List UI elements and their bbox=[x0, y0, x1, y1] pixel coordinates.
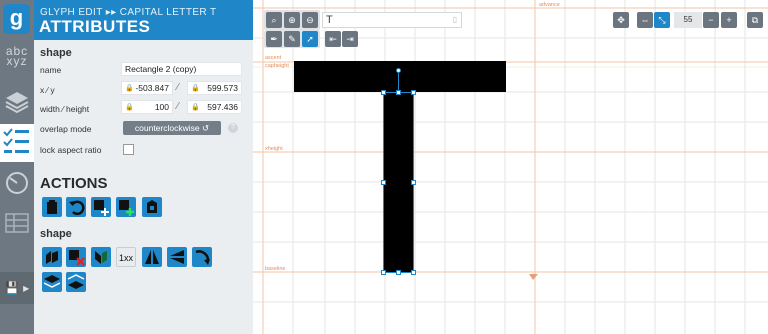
page-title: ATTRIBUTES bbox=[39, 17, 151, 36]
attributes-panel: GLYPH EDIT ▸▸ CAPITAL LETTER T ATTRIBUTE… bbox=[34, 0, 253, 334]
layer-down-icon[interactable] bbox=[66, 272, 86, 292]
shape-heading: shape bbox=[40, 47, 72, 59]
save-icon[interactable]: 💾 ▸ bbox=[0, 272, 34, 304]
advance-guide-label: advance bbox=[539, 2, 560, 8]
paste-icon[interactable] bbox=[42, 197, 62, 217]
zoom-icon[interactable]: ⌕ bbox=[266, 12, 282, 28]
app-rail: g abc xyz 💾 ▸ bbox=[0, 0, 34, 334]
scroll-indicator-icon: ▯ bbox=[452, 15, 457, 24]
glyph-canvas[interactable]: advance ascent capheight xheight baselin… bbox=[253, 0, 768, 334]
layer-up-icon[interactable] bbox=[42, 272, 62, 292]
flip-vertical-icon[interactable] bbox=[167, 247, 187, 267]
resize-handle[interactable] bbox=[411, 180, 416, 185]
overlap-mode-button[interactable]: counterclockwise ↺ bbox=[123, 121, 221, 135]
lock-icon[interactable]: 🔒 bbox=[125, 102, 134, 114]
zoom-out-icon[interactable]: ⊖ bbox=[302, 12, 318, 28]
canvas-grid bbox=[253, 0, 768, 334]
pointer-tool-icon[interactable]: ➚ bbox=[302, 31, 318, 47]
x-field[interactable]: 🔒 -503.847 bbox=[121, 81, 173, 95]
guides-icon[interactable] bbox=[4, 170, 30, 196]
attributes-icon[interactable] bbox=[0, 124, 34, 162]
overlap-label: overlap mode bbox=[40, 124, 92, 134]
resize-handle[interactable] bbox=[411, 90, 416, 95]
lock-aspect-checkbox[interactable] bbox=[123, 144, 134, 155]
xy-separator: ⁄ bbox=[177, 82, 179, 93]
pen-tool-icon[interactable]: ✒ bbox=[266, 31, 282, 47]
reverse-path-icon[interactable] bbox=[91, 247, 111, 267]
lock-icon[interactable]: 🔒 bbox=[191, 83, 200, 95]
pen-plus-tool-icon[interactable]: ✎ bbox=[284, 31, 300, 47]
baseline-guide-label: baseline bbox=[265, 266, 286, 272]
kerning-icon[interactable] bbox=[4, 210, 30, 236]
glyph-nav-icon[interactable]: abc xyz bbox=[4, 45, 30, 72]
kern-right-icon[interactable]: ⇥ bbox=[342, 31, 358, 47]
resize-handle[interactable] bbox=[381, 270, 386, 275]
panel-header: GLYPH EDIT ▸▸ CAPITAL LETTER T ATTRIBUTE… bbox=[34, 0, 253, 40]
copy-shape-icon[interactable] bbox=[42, 247, 62, 267]
width-field[interactable]: 🔒 100 bbox=[121, 100, 173, 114]
x-value: -503.847 bbox=[135, 83, 169, 93]
multiply-shape-button[interactable]: 1xx bbox=[116, 247, 136, 267]
selection-box[interactable] bbox=[383, 92, 414, 273]
undo-icon[interactable] bbox=[66, 197, 86, 217]
glyph-crossbar[interactable] bbox=[294, 61, 506, 92]
add-component-icon[interactable] bbox=[116, 197, 136, 217]
ascent-guide-label: ascent bbox=[265, 55, 282, 61]
lock-icon[interactable]: 🔒 bbox=[125, 83, 134, 95]
rotate-handle[interactable] bbox=[396, 68, 401, 73]
resize-handle[interactable] bbox=[381, 90, 386, 95]
resize-handle[interactable] bbox=[396, 270, 401, 275]
shape-actions-heading: shape bbox=[40, 228, 72, 240]
character-input[interactable]: T ▯ bbox=[322, 12, 462, 28]
height-field[interactable]: 🔒 597.436 bbox=[187, 100, 242, 114]
width-height-label: width ⁄ height bbox=[40, 104, 90, 114]
fit-glyph-icon[interactable]: ⤡ bbox=[654, 12, 670, 28]
zoom-plus-button[interactable]: + bbox=[721, 12, 737, 28]
zoom-level[interactable]: 55 bbox=[674, 12, 702, 28]
y-value: 599.573 bbox=[207, 83, 238, 93]
xy-label: x ⁄ y bbox=[40, 85, 55, 95]
character-value: T bbox=[326, 14, 333, 26]
wh-separator: ⁄ bbox=[177, 101, 179, 112]
resize-handle[interactable] bbox=[396, 90, 401, 95]
name-field[interactable]: Rectangle 2 (copy) bbox=[121, 62, 242, 76]
multiply-shape-text: 1xx bbox=[118, 253, 133, 263]
width-value: 100 bbox=[154, 102, 169, 112]
height-value: 597.436 bbox=[207, 102, 238, 112]
rotate-icon[interactable] bbox=[192, 247, 212, 267]
layers-icon[interactable] bbox=[4, 88, 30, 114]
pan-icon[interactable]: ✥ bbox=[613, 12, 629, 28]
add-shape-icon[interactable] bbox=[91, 197, 111, 217]
xheight-guide-label: xheight bbox=[265, 146, 283, 152]
rotate-handle-line bbox=[398, 71, 399, 92]
zoom-in-icon[interactable]: ⊕ bbox=[284, 12, 300, 28]
resize-handle[interactable] bbox=[381, 180, 386, 185]
glyph-lock-icon[interactable] bbox=[142, 197, 162, 217]
lock-icon[interactable]: 🔒 bbox=[191, 102, 200, 114]
delete-shape-icon[interactable] bbox=[66, 247, 86, 267]
resize-handle[interactable] bbox=[411, 270, 416, 275]
zoom-minus-button[interactable]: − bbox=[703, 12, 719, 28]
name-label: name bbox=[40, 65, 62, 75]
y-field[interactable]: 🔒 599.573 bbox=[187, 81, 242, 95]
capheight-guide-label: capheight bbox=[265, 63, 289, 69]
kern-left-icon[interactable]: ⇤ bbox=[325, 31, 341, 47]
flip-horizontal-icon[interactable] bbox=[142, 247, 162, 267]
app-logo: g bbox=[3, 4, 30, 34]
help-icon[interactable]: ? bbox=[228, 123, 238, 133]
fit-width-icon[interactable]: ⇔ bbox=[637, 12, 653, 28]
undock-icon[interactable]: ⧉ bbox=[747, 12, 763, 28]
actions-heading: ACTIONS bbox=[40, 175, 108, 192]
lock-aspect-label: lock aspect ratio bbox=[40, 145, 102, 155]
